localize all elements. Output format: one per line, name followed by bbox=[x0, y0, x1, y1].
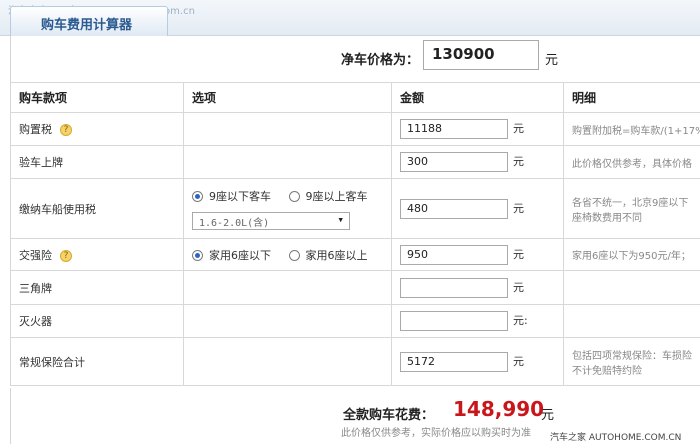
amount-cell: 11188 元 bbox=[391, 112, 564, 146]
radio-selected-icon[interactable] bbox=[192, 250, 203, 261]
item-cell: 购置税? bbox=[10, 112, 184, 146]
table-row: 灭火器 元: bbox=[10, 304, 700, 338]
help-icon[interactable]: ? bbox=[60, 249, 72, 262]
option-cell bbox=[183, 304, 392, 338]
detail-line: 包括四项常规保险：车损险 bbox=[572, 350, 692, 362]
radio-selected-icon[interactable] bbox=[192, 191, 203, 202]
calculator-page: 汽车之家 | 用户www.autohome.com.cn 购车费用计算器 净车价… bbox=[0, 0, 700, 444]
amount-cell: 300 元 bbox=[391, 145, 564, 179]
detail-cell bbox=[563, 270, 700, 305]
radio-icon[interactable] bbox=[288, 250, 300, 261]
option-9-below[interactable]: 9座以下客车 bbox=[192, 188, 271, 204]
radio-icon[interactable] bbox=[288, 191, 300, 202]
price-row: 净车价格为： 130900 元 bbox=[10, 36, 700, 82]
detail-cell bbox=[563, 304, 700, 338]
item-cell: 常规保险合计 bbox=[10, 337, 184, 386]
table-row: 购置税? 11188 元 购置附加税=购车款/(1+17%)×10% bbox=[10, 112, 700, 146]
unit-label: 元 bbox=[513, 201, 524, 215]
detail-line: 不计免赔特约险 bbox=[572, 365, 642, 377]
amount-input[interactable] bbox=[400, 311, 508, 331]
amount-cell: 元: bbox=[391, 304, 564, 338]
displacement-select[interactable]: 1.6-2.0L(含) bbox=[192, 211, 350, 230]
item-cell: 交强险? bbox=[10, 238, 184, 271]
option-cell bbox=[183, 337, 392, 386]
unit-label: 元 bbox=[513, 247, 524, 261]
item-cell: 验车上牌 bbox=[10, 145, 184, 179]
amount-cell: 5172 元 bbox=[391, 337, 564, 386]
amount-cell: 元 bbox=[391, 270, 564, 305]
option-label: 9座以上客车 bbox=[305, 189, 368, 203]
item-cell: 灭火器 bbox=[10, 304, 184, 338]
option-9-above[interactable]: 9座以上客车 bbox=[288, 188, 368, 204]
tab-title: 购车费用计算器 bbox=[41, 18, 133, 33]
item-cell: 缴纳车船使用税 bbox=[10, 178, 184, 239]
item-cell: 三角牌 bbox=[10, 270, 184, 305]
table-row: 缴纳车船使用税 9座以下客车 9座以上客车 1.6-2.0L(含) 480 元 各… bbox=[10, 178, 700, 239]
amount-input[interactable]: 480 bbox=[400, 198, 508, 219]
detail-line: 各省不统一，北京9座以下 bbox=[572, 197, 689, 209]
table-row: 交强险? 家用6座以下 家用6座以上 950 元 家用6座以下为950元/年； bbox=[10, 238, 700, 271]
amount-cell: 480 元 bbox=[391, 178, 564, 239]
price-label: 净车价格为： bbox=[341, 53, 420, 68]
total-value: 148,990 bbox=[453, 397, 545, 421]
option-cell bbox=[183, 145, 392, 179]
detail-cell: 各省不统一，北京9座以下 座椅数费用不同 bbox=[563, 178, 700, 239]
total-unit: 元 bbox=[541, 408, 555, 423]
option-label: 家用6座以上 bbox=[305, 248, 368, 262]
amount-input[interactable]: 950 bbox=[400, 244, 508, 265]
option-cell bbox=[183, 112, 392, 146]
unit-label: 元 bbox=[513, 280, 524, 294]
table-row: 常规保险合计 5172 元 包括四项常规保险：车损险 不计免赔特约险 bbox=[10, 337, 700, 386]
detail-cell: 家用6座以下为950元/年； bbox=[563, 238, 700, 271]
table-row: 三角牌 元 bbox=[10, 270, 700, 305]
unit-label: 元 bbox=[513, 155, 524, 168]
cost-table: 购车款项 选项 金额 明细 购置税? 11188 元 购置附加税=购车款/(1+1… bbox=[10, 82, 700, 386]
header-item: 购车款项 bbox=[10, 82, 184, 113]
header-amount: 金额 bbox=[391, 82, 564, 113]
option-cell: 家用6座以下 家用6座以上 bbox=[183, 238, 392, 271]
header-option: 选项 bbox=[183, 82, 392, 113]
amount-input[interactable] bbox=[400, 277, 508, 298]
detail-line: 座椅数费用不同 bbox=[572, 212, 642, 224]
total-label: 全款购车花费： bbox=[343, 408, 435, 423]
watermark-bottom: 汽车之家 AUTOHOME.COM.CN bbox=[548, 430, 684, 443]
price-note: 此价格仅供参考，实际价格应以购买时为准 bbox=[341, 428, 531, 439]
price-unit: 元 bbox=[545, 53, 559, 68]
header-detail: 明细 bbox=[563, 82, 700, 113]
detail-cell: 此价格仅供参考，具体价格 bbox=[563, 145, 700, 179]
detail-cell: 购置附加税=购车款/(1+17%)×10% bbox=[563, 112, 700, 146]
unit-label: 元 bbox=[513, 122, 524, 135]
option-cell: 9座以下客车 9座以上客车 1.6-2.0L(含) bbox=[183, 178, 392, 239]
tab-calculator[interactable]: 购车费用计算器 bbox=[10, 6, 168, 36]
option-family-6-above[interactable]: 家用6座以上 bbox=[288, 247, 368, 263]
top-bar: 汽车之家 | 用户www.autohome.com.cn 购车费用计算器 bbox=[0, 0, 700, 36]
option-family-6-below[interactable]: 家用6座以下 bbox=[192, 247, 271, 263]
amount-input[interactable]: 5172 bbox=[400, 351, 508, 372]
item-label: 购置税 bbox=[19, 123, 52, 136]
price-input[interactable]: 130900 bbox=[423, 40, 539, 70]
detail-cell: 包括四项常规保险：车损险 不计免赔特约险 bbox=[563, 337, 700, 386]
amount-cell: 950 元 bbox=[391, 238, 564, 271]
option-label: 家用6座以下 bbox=[209, 248, 271, 262]
option-cell bbox=[183, 270, 392, 305]
unit-label: 元: bbox=[513, 314, 528, 327]
unit-label: 元 bbox=[513, 354, 524, 368]
help-icon[interactable]: ? bbox=[60, 124, 72, 136]
table-row: 验车上牌 300 元 此价格仅供参考，具体价格 bbox=[10, 145, 700, 179]
amount-input[interactable]: 300 bbox=[400, 152, 508, 172]
amount-input[interactable]: 11188 bbox=[400, 119, 508, 139]
item-label: 交强险 bbox=[19, 248, 52, 262]
table-header: 购车款项 选项 金额 明细 bbox=[10, 82, 700, 113]
option-label: 9座以下客车 bbox=[209, 189, 271, 203]
